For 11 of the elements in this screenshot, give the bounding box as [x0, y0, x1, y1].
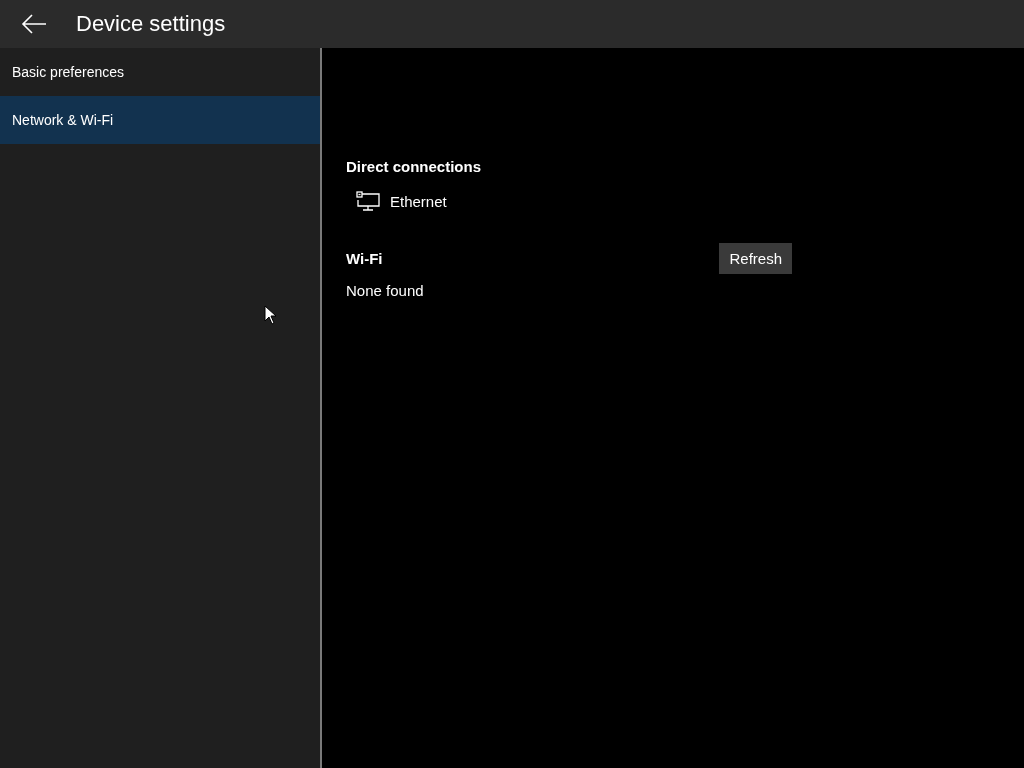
- sidebar-item[interactable]: Basic preferences: [0, 48, 320, 96]
- mouse-pointer-icon: [264, 305, 276, 325]
- section-heading: Direct connections: [346, 158, 483, 175]
- page-title: Device settings: [76, 11, 226, 37]
- section-heading: Wi-Fi: [346, 250, 383, 267]
- monitor-icon: [356, 191, 380, 211]
- sidebar-item[interactable]: Network & Wi-Fi: [0, 96, 320, 144]
- connection-name[interactable]: Ethernet: [390, 192, 447, 210]
- refresh-button[interactable]: Refresh: [719, 243, 792, 274]
- back-arrow-icon: [21, 14, 47, 34]
- status-text: None found: [346, 282, 425, 299]
